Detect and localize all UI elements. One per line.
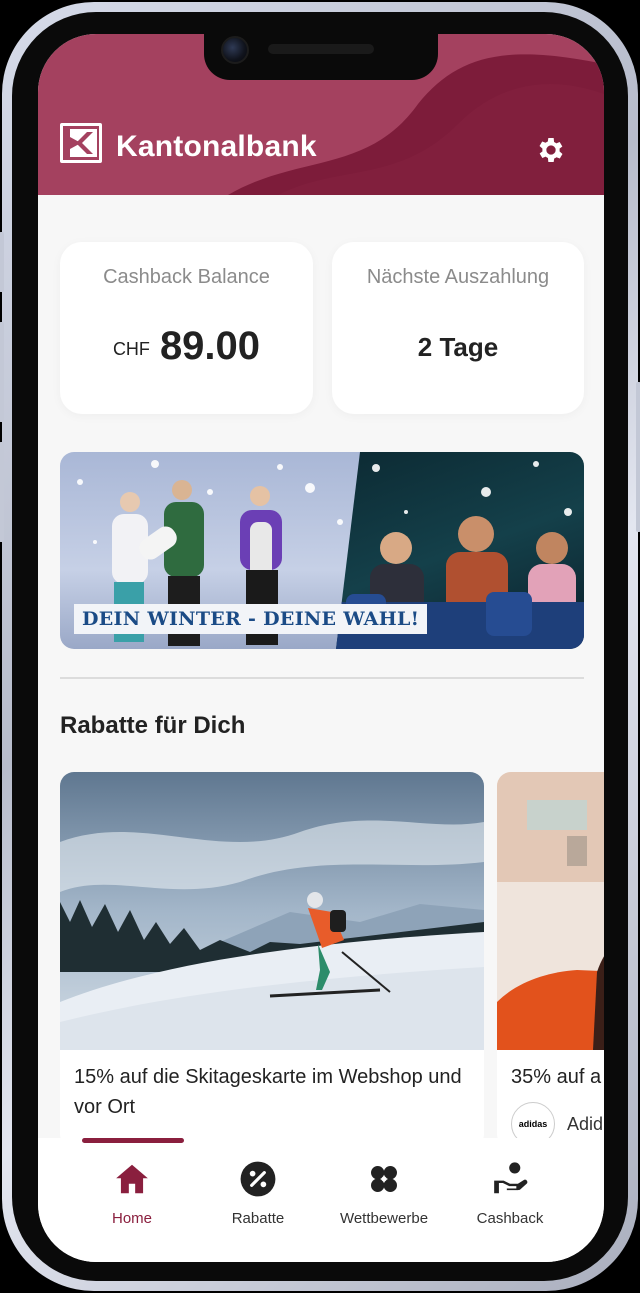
payout-card-title: Nächste Auszahlung [366,266,550,288]
balance-currency: CHF [112,339,150,359]
front-camera [221,36,249,64]
bottom-tab-bar: Home Rabatte Wettbewerbe Cashback [38,1138,604,1262]
offer-title-ski: 15% auf die Skitageskarte im Webshop und… [74,1066,462,1118]
volume-down-button [0,442,4,542]
balance-amount: 89.00 [159,324,261,368]
offer-image-skier [60,772,484,1050]
next-payout-card[interactable]: Nächste Auszahlung 2 Tage [332,242,584,414]
speaker-grille [268,44,374,54]
balance-card-title: Cashback Balance [103,266,270,288]
settings-gear-icon[interactable] [535,134,567,166]
app-screen: Kantonalbank Cashback Balance CHF 89.00 N… [38,34,604,1262]
winter-promo-banner[interactable]: DEIN WINTER - DEINE WAHL! [60,452,584,649]
section-divider [60,677,584,679]
hand-money-icon [494,1162,528,1194]
brand-name: Kantonalbank [116,130,317,163]
bank-logo [60,123,102,163]
offer-card-ski[interactable]: 15% auf die Skitageskarte im Webshop und… [60,772,484,1148]
tab-rabatte-label: Rabatte [231,1210,285,1227]
tab-wettbewerbe-label: Wettbewerbe [339,1210,429,1227]
home-icon [116,1164,148,1194]
tab-rabatte[interactable]: Rabatte [198,1160,318,1227]
cashback-balance-card[interactable]: Cashback Balance CHF 89.00 [60,242,313,414]
tab-home-label: Home [111,1210,152,1227]
tab-cashback-label: Cashback [476,1210,544,1227]
tab-home[interactable]: Home [72,1160,192,1227]
percent-icon [240,1161,276,1197]
offer-brand-name: Adid [567,1113,604,1134]
offer-image-adidas [497,772,604,1050]
tab-cashback[interactable]: Cashback [450,1160,570,1227]
tab-wettbewerbe[interactable]: Wettbewerbe [324,1160,444,1227]
mute-switch [0,232,4,292]
power-button [636,382,640,532]
offer-card-adidas[interactable]: 35% auf a adidas Adid [497,772,604,1148]
offer-title-adidas: 35% auf a [511,1066,602,1088]
discounts-section-title: Rabatte für Dich [60,712,246,739]
payout-days: 2 Tage [417,332,499,362]
active-tab-indicator [82,1138,184,1143]
volume-up-button [0,322,4,422]
clover-icon [371,1166,397,1192]
balance-value: CHF 89.00 [60,324,313,369]
banner-headline: DEIN WINTER - DEINE WAHL! [74,604,428,634]
